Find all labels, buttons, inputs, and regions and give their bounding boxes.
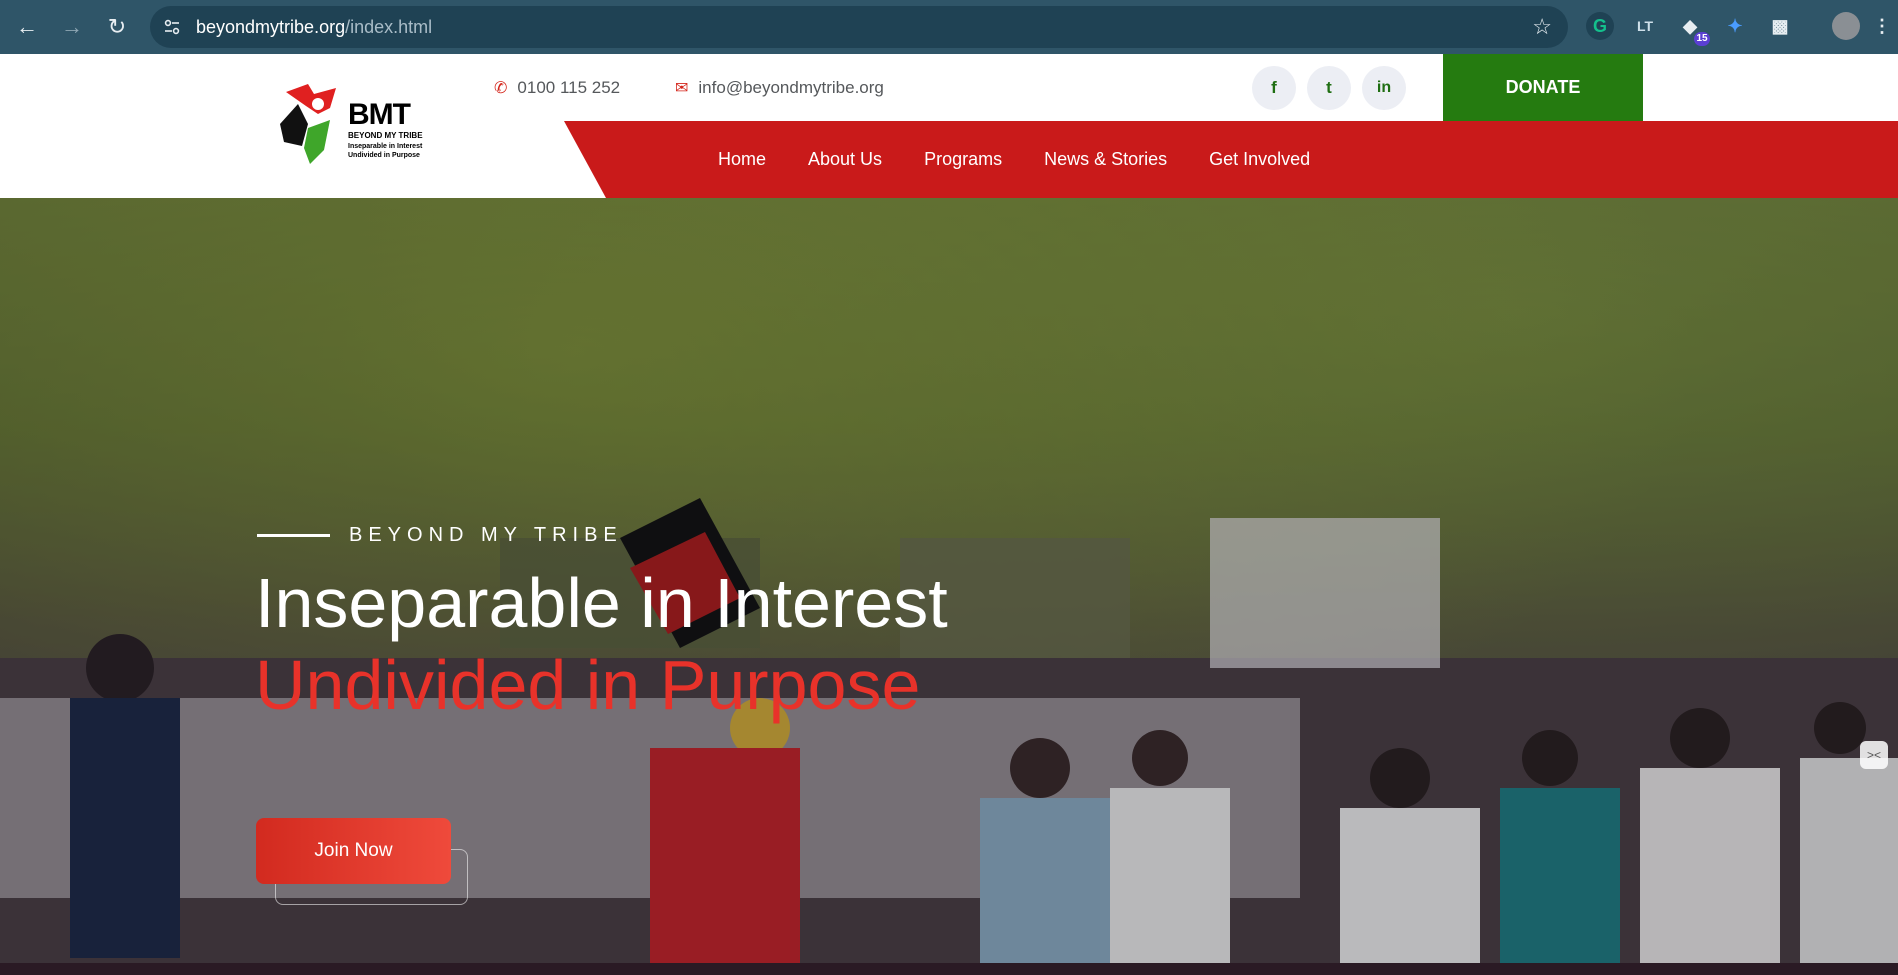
linkedin-icon[interactable]: in bbox=[1362, 66, 1406, 110]
bookmark-star-icon[interactable]: ☆ bbox=[1532, 14, 1552, 40]
hero-eyebrow: BEYOND MY TRIBE bbox=[349, 524, 623, 546]
browser-menu-icon[interactable]: ⋮ bbox=[1872, 12, 1892, 40]
address-bar[interactable]: beyondmytribe.org/index.html ☆ bbox=[150, 6, 1568, 48]
bird-extension-icon[interactable]: ✦ bbox=[1721, 12, 1749, 40]
hero-title-line1: Inseparable in Interest bbox=[255, 564, 948, 642]
url-text[interactable]: beyondmytribe.org/index.html bbox=[196, 17, 432, 38]
join-now-button[interactable]: Join Now bbox=[256, 818, 451, 884]
phone-number: 0100 115 252 bbox=[517, 78, 621, 97]
eyebrow-line bbox=[257, 534, 330, 537]
mail-icon: ✉ bbox=[675, 80, 689, 97]
nav-news-stories[interactable]: News & Stories bbox=[1044, 149, 1167, 170]
puzzle-extensions-icon[interactable]: ▩ bbox=[1766, 12, 1794, 40]
email-contact[interactable]: ✉ info@beyondmytribe.org bbox=[675, 78, 884, 98]
nav-about-us[interactable]: About Us bbox=[808, 149, 882, 170]
back-icon[interactable]: ← bbox=[10, 10, 44, 44]
phone-contact[interactable]: ✆ 0100 115 252 bbox=[494, 78, 620, 98]
bottom-strip bbox=[0, 963, 1898, 975]
profile-avatar[interactable] bbox=[1832, 12, 1860, 40]
logo-tagline: Inseparable in Interest Undivided in Pur… bbox=[348, 142, 422, 160]
donate-button[interactable]: DONATE bbox=[1443, 54, 1643, 121]
nav-get-involved[interactable]: Get Involved bbox=[1209, 149, 1310, 170]
logo-tagline-2: Undivided in Purpose bbox=[348, 152, 420, 159]
translate-extension-icon[interactable]: LT bbox=[1631, 12, 1659, 40]
nav-programs[interactable]: Programs bbox=[924, 149, 1002, 170]
main-nav: Home About Us Programs News & Stories Ge… bbox=[718, 121, 1352, 198]
bmt-logo[interactable]: BMT BEYOND MY TRIBE Inseparable in Inter… bbox=[278, 84, 438, 174]
reload-icon[interactable]: ↻ bbox=[100, 10, 134, 44]
phone-icon: ✆ bbox=[494, 80, 508, 97]
logo-tagline-1: Inseparable in Interest bbox=[348, 143, 423, 150]
grammarly-extension-icon[interactable]: G bbox=[1586, 12, 1614, 40]
logo-title: BMT bbox=[348, 98, 411, 131]
forward-icon[interactable]: → bbox=[55, 10, 89, 44]
site-info-icon[interactable] bbox=[162, 17, 182, 37]
hero-section: BEYOND MY TRIBE Inseparable in Interest … bbox=[0, 198, 1898, 963]
url-path: /index.html bbox=[345, 17, 433, 37]
twitter-icon[interactable]: t bbox=[1307, 66, 1351, 110]
expand-icon[interactable]: >< bbox=[1860, 741, 1888, 769]
facebook-icon[interactable]: f bbox=[1252, 66, 1296, 110]
logo-subtitle: BEYOND MY TRIBE bbox=[348, 131, 423, 140]
site-header: BMT BEYOND MY TRIBE Inseparable in Inter… bbox=[0, 54, 1898, 198]
nav-home[interactable]: Home bbox=[718, 149, 766, 170]
extension-badge: 15 bbox=[1694, 32, 1710, 46]
url-host: beyondmytribe.org bbox=[196, 17, 346, 37]
email-address: info@beyondmytribe.org bbox=[698, 78, 884, 97]
browser-toolbar: ← → ↻ beyondmytribe.org/index.html ☆ G L… bbox=[0, 0, 1898, 54]
logo-mark-icon bbox=[280, 84, 336, 164]
extension-icon[interactable]: ◆ 15 bbox=[1676, 12, 1710, 46]
hero-title-line2: Undivided in Purpose bbox=[255, 646, 921, 724]
